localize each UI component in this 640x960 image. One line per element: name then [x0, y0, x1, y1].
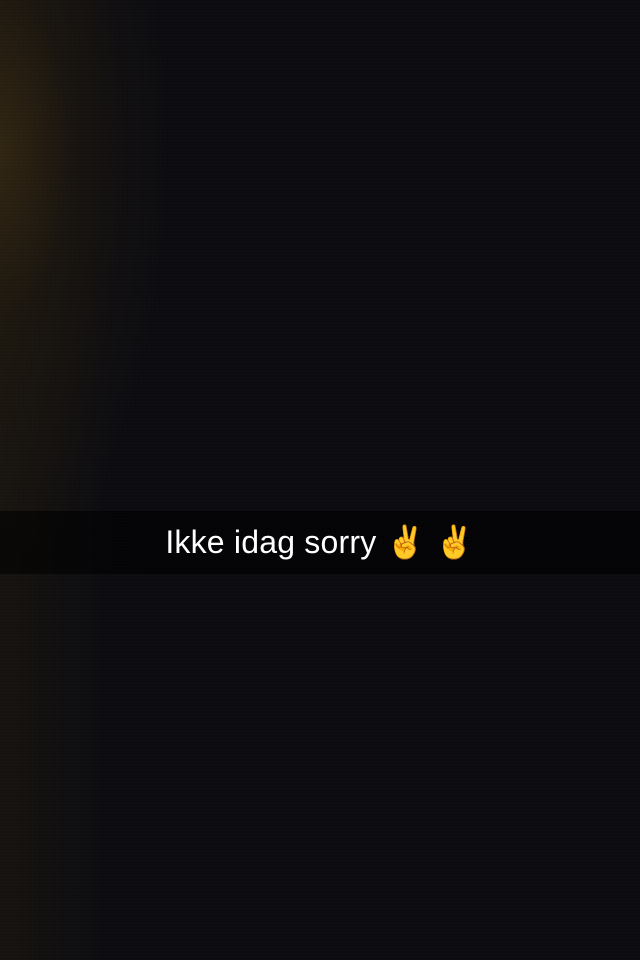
caption-bar: Ikke idag sorry ✌️ ✌️ — [0, 511, 640, 574]
caption-text: Ikke idag sorry ✌️ ✌️ — [165, 524, 475, 560]
photo-grain-overlay — [0, 0, 640, 960]
